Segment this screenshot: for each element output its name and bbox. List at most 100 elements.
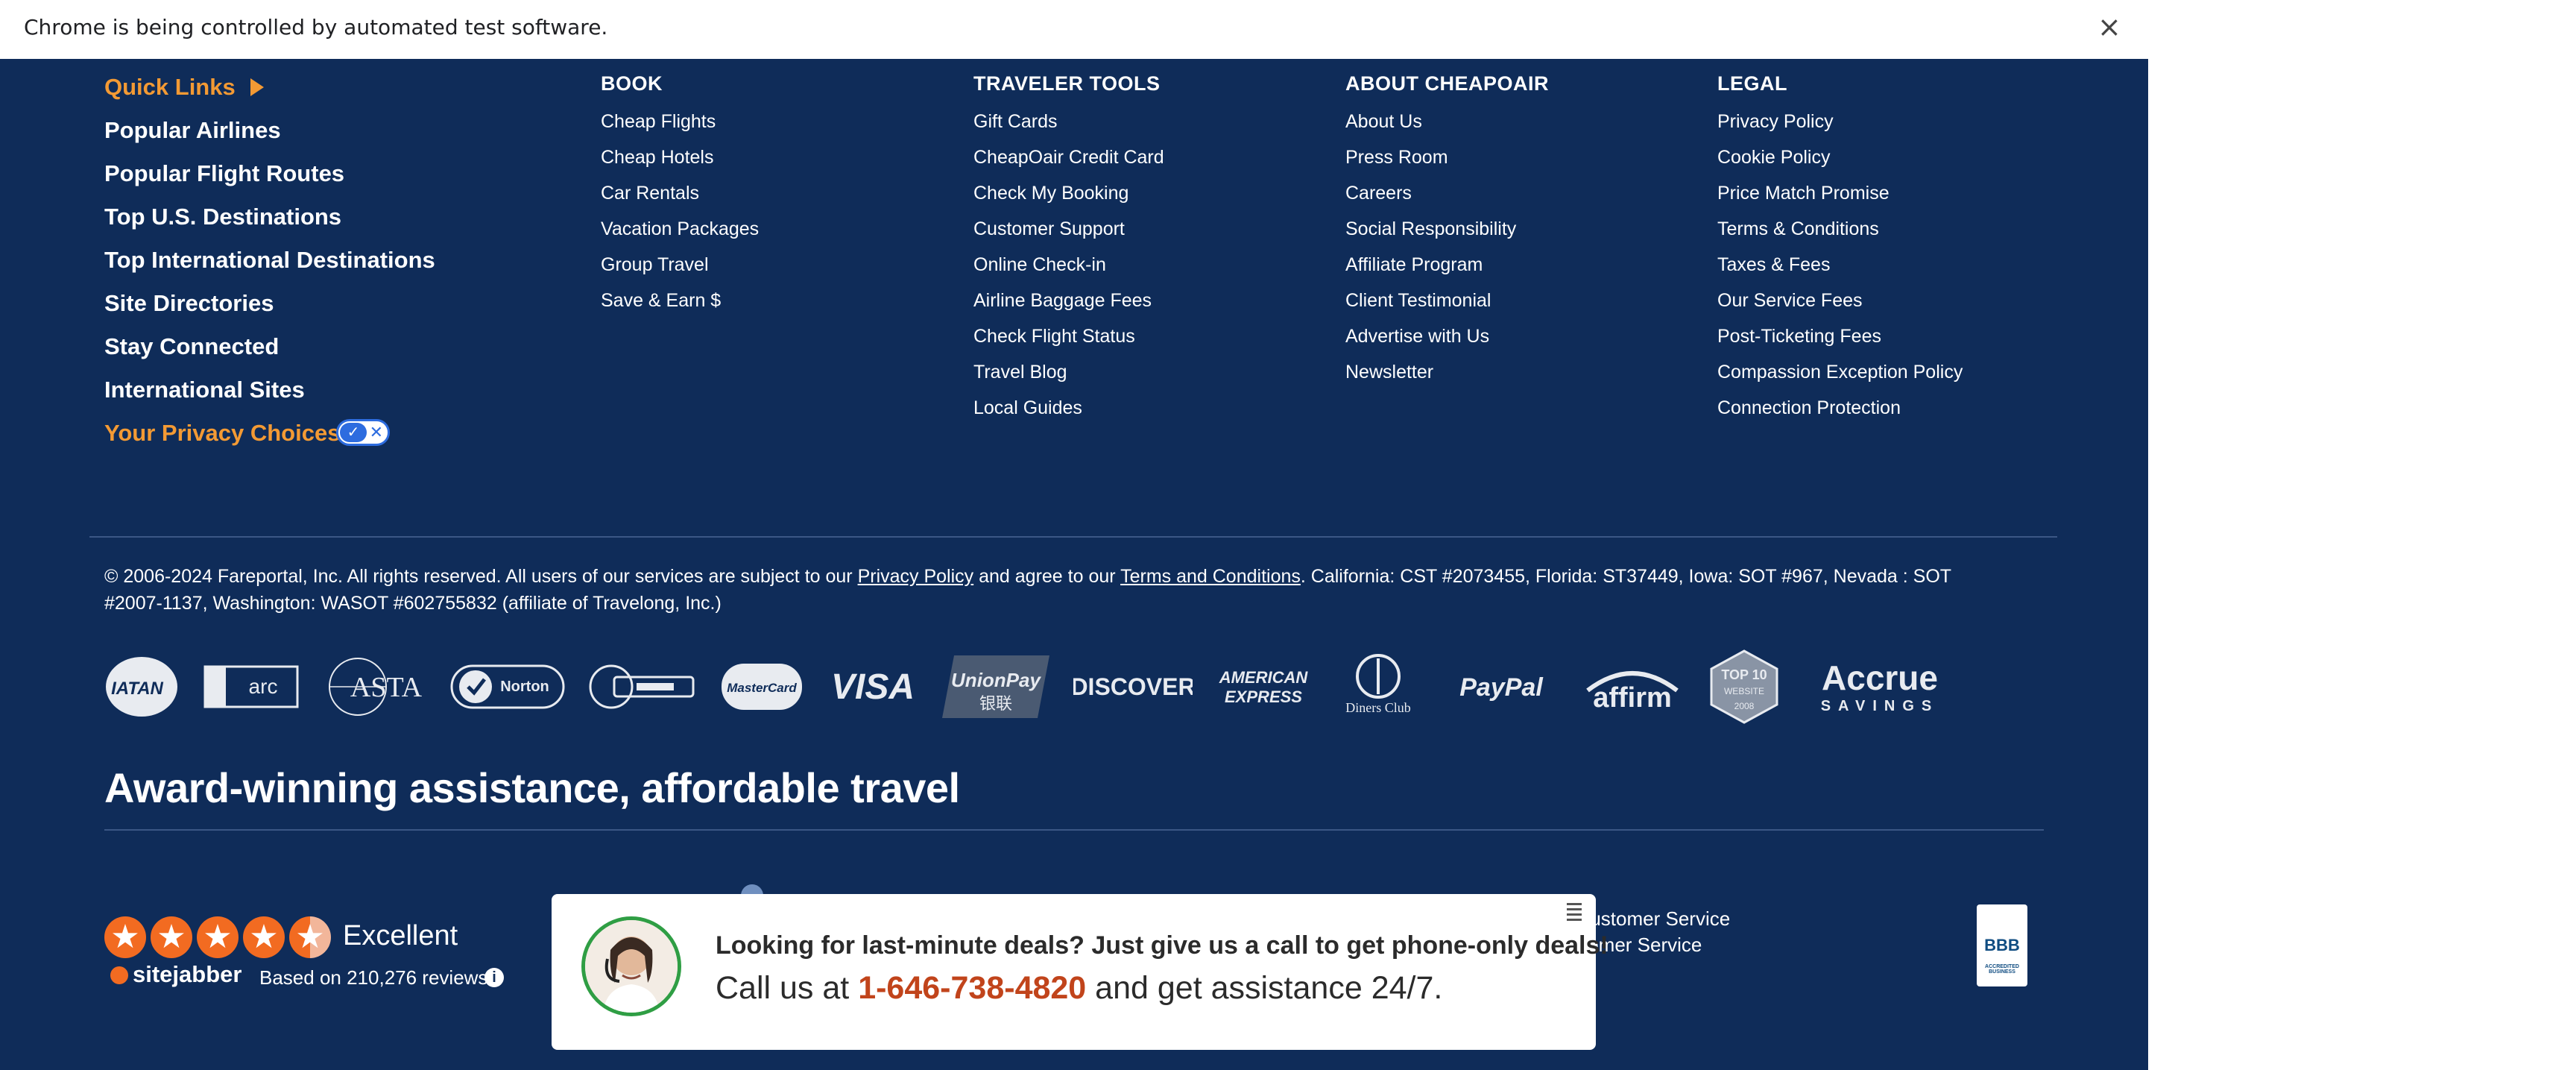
close-icon: ✕ bbox=[369, 423, 383, 441]
traveler-tools-link[interactable]: Check My Booking bbox=[973, 183, 1128, 204]
book-link[interactable]: Cheap Hotels bbox=[601, 147, 713, 169]
legal-link[interactable]: Post-Ticketing Fees bbox=[1717, 326, 1881, 347]
legal-link[interactable]: Cookie Policy bbox=[1717, 147, 1830, 169]
arc-logo-text: arc bbox=[249, 675, 278, 698]
book-link[interactable]: Vacation Packages bbox=[601, 218, 759, 240]
call-suffix: and get assistance 24/7. bbox=[1086, 970, 1443, 1006]
quick-link-item[interactable]: Top International Destinations bbox=[104, 247, 435, 274]
mastercard-logo-text: MasterCard bbox=[727, 681, 797, 695]
top10-logo-text: TOP 10 bbox=[1721, 667, 1767, 682]
legal-link[interactable]: Price Match Promise bbox=[1717, 183, 1890, 204]
book-link[interactable]: Car Rentals bbox=[601, 183, 699, 204]
traveler-tools-heading: TRAVELER TOOLS bbox=[973, 72, 1161, 95]
copyright-part: © 2006-2024 Fareportal, Inc. All rights … bbox=[104, 566, 858, 587]
top10-website-logo: TOP 10 WEBSITE 2008 bbox=[1705, 649, 1783, 724]
sitejabber-logo: sitejabber bbox=[110, 961, 242, 988]
footer-divider bbox=[89, 536, 2057, 538]
mastercard-logo: MasterCard bbox=[720, 649, 804, 724]
traveler-tools-link[interactable]: Gift Cards bbox=[973, 111, 1058, 133]
diners-club-logo: Diners Club bbox=[1337, 649, 1419, 724]
bbb-label: BBB bbox=[1984, 936, 2020, 954]
about-link[interactable]: Affiliate Program bbox=[1345, 254, 1483, 276]
iatan-logo-text: IATAN bbox=[111, 679, 163, 699]
asta-logo: ASTA bbox=[319, 649, 431, 724]
about-link[interactable]: Social Responsibility bbox=[1345, 218, 1516, 240]
legal-link[interactable]: Privacy Policy bbox=[1717, 111, 1834, 133]
unionpay-logo-text: UnionPay bbox=[951, 669, 1041, 691]
traveler-tools-link[interactable]: Local Guides bbox=[973, 397, 1082, 419]
quick-links-title[interactable]: Quick Links bbox=[104, 74, 264, 101]
sitejabber-dot-icon bbox=[110, 966, 128, 984]
book-link[interactable]: Save & Earn $ bbox=[601, 290, 721, 312]
star-icon: ★ bbox=[243, 916, 285, 958]
legal-link[interactable]: Connection Protection bbox=[1717, 397, 1901, 419]
legal-link[interactable]: Taxes & Fees bbox=[1717, 254, 1830, 276]
iatan-logo: IATAN bbox=[104, 649, 182, 724]
check-icon: ✓ bbox=[340, 423, 367, 442]
quick-links-label: Quick Links bbox=[104, 74, 236, 100]
traveler-tools-link[interactable]: Online Check-in bbox=[973, 254, 1106, 276]
discover-logo: DISCOVER bbox=[1073, 649, 1193, 724]
traveler-tools-link[interactable]: Customer Support bbox=[973, 218, 1125, 240]
about-link[interactable]: Advertise with Us bbox=[1345, 326, 1489, 347]
traveler-tools-link[interactable]: Airline Baggage Fees bbox=[973, 290, 1152, 312]
menu-icon[interactable] bbox=[1567, 903, 1582, 921]
book-heading: BOOK bbox=[601, 72, 663, 95]
privacy-choices-link[interactable]: Your Privacy Choices bbox=[104, 420, 340, 447]
legal-heading: LEGAL bbox=[1717, 72, 1787, 95]
norton-logo-text: Norton bbox=[500, 679, 549, 695]
paypal-logo: PayPal bbox=[1439, 649, 1558, 724]
copyright-text: © 2006-2024 Fareportal, Inc. All rights … bbox=[104, 563, 2012, 617]
about-link[interactable]: Press Room bbox=[1345, 147, 1448, 169]
svg-text:2008: 2008 bbox=[1734, 701, 1755, 711]
about-link[interactable]: Client Testimonial bbox=[1345, 290, 1491, 312]
svg-text:银联: 银联 bbox=[979, 695, 1012, 714]
terms-conditions-link[interactable]: Terms and Conditions bbox=[1120, 566, 1301, 587]
accrue-logo: Accrue SAVINGS bbox=[1805, 649, 1954, 724]
star-icon: ★ bbox=[197, 916, 239, 958]
diners-club-logo-text: Diners Club bbox=[1345, 700, 1411, 715]
privacy-policy-link[interactable]: Privacy Policy bbox=[858, 566, 974, 587]
popup-headline: Looking for last-minute deals? Just give… bbox=[716, 931, 1609, 960]
legal-link[interactable]: Terms & Conditions bbox=[1717, 218, 1879, 240]
quick-link-item[interactable]: International Sites bbox=[104, 377, 305, 403]
quick-link-item[interactable]: Top U.S. Destinations bbox=[104, 204, 341, 230]
legal-link[interactable]: Compassion Exception Policy bbox=[1717, 362, 1963, 383]
about-link[interactable]: Newsletter bbox=[1345, 362, 1433, 383]
amex-logo: AMERICAN EXPRESS bbox=[1208, 649, 1319, 724]
quick-link-item[interactable]: Site Directories bbox=[104, 290, 274, 317]
rating-label: Excellent bbox=[343, 920, 458, 951]
sitejabber-brand: sitejabber bbox=[133, 961, 242, 987]
discover-logo-text: DISCOVER bbox=[1073, 673, 1193, 700]
norton-logo: Norton bbox=[450, 649, 565, 724]
accrue-logo-text: Accrue bbox=[1822, 658, 1938, 697]
legal-link[interactable]: Our Service Fees bbox=[1717, 290, 1863, 312]
star-icon: ★ bbox=[151, 916, 192, 958]
privacy-choices-toggle-icon[interactable]: ✓ ✕ bbox=[336, 419, 390, 446]
phone-deals-popup[interactable]: Looking for last-minute deals? Just give… bbox=[552, 894, 1609, 1050]
affirm-logo-text: affirm bbox=[1593, 682, 1672, 713]
quick-link-item[interactable]: Popular Flight Routes bbox=[104, 160, 344, 187]
quick-link-item[interactable]: Popular Airlines bbox=[104, 117, 281, 144]
asta-logo-text: ASTA bbox=[350, 672, 423, 703]
traveler-tools-link[interactable]: Check Flight Status bbox=[973, 326, 1135, 347]
popup-call-text: Call us at 1-646-738-4820 and get assist… bbox=[716, 970, 1442, 1007]
award-heading: Award-winning assistance, affordable tra… bbox=[104, 764, 960, 811]
about-heading: ABOUT CHEAPOAIR bbox=[1345, 72, 1550, 95]
award-divider bbox=[104, 829, 2044, 831]
about-link[interactable]: Careers bbox=[1345, 183, 1412, 204]
svg-text:AMERICAN: AMERICAN bbox=[1219, 668, 1309, 687]
info-icon[interactable]: i bbox=[484, 968, 504, 987]
partner-logos: IATAN arc ASTA Norton MasterCard VISA Un… bbox=[104, 649, 1998, 724]
quick-link-item[interactable]: Stay Connected bbox=[104, 333, 279, 360]
infobar-message: Chrome is being controlled by automated … bbox=[24, 15, 608, 40]
book-link[interactable]: Group Travel bbox=[601, 254, 709, 276]
traveler-tools-link[interactable]: CheapOair Credit Card bbox=[973, 147, 1164, 169]
traveler-tools-link[interactable]: Travel Blog bbox=[973, 362, 1067, 383]
call-prefix: Call us at bbox=[716, 970, 859, 1006]
phone-number-link[interactable]: 1-646-738-4820 bbox=[858, 970, 1086, 1006]
about-link[interactable]: About Us bbox=[1345, 111, 1422, 133]
close-icon[interactable]: × bbox=[2097, 10, 2121, 43]
book-link[interactable]: Cheap Flights bbox=[601, 111, 716, 133]
half-star-icon: ★ bbox=[289, 916, 331, 958]
